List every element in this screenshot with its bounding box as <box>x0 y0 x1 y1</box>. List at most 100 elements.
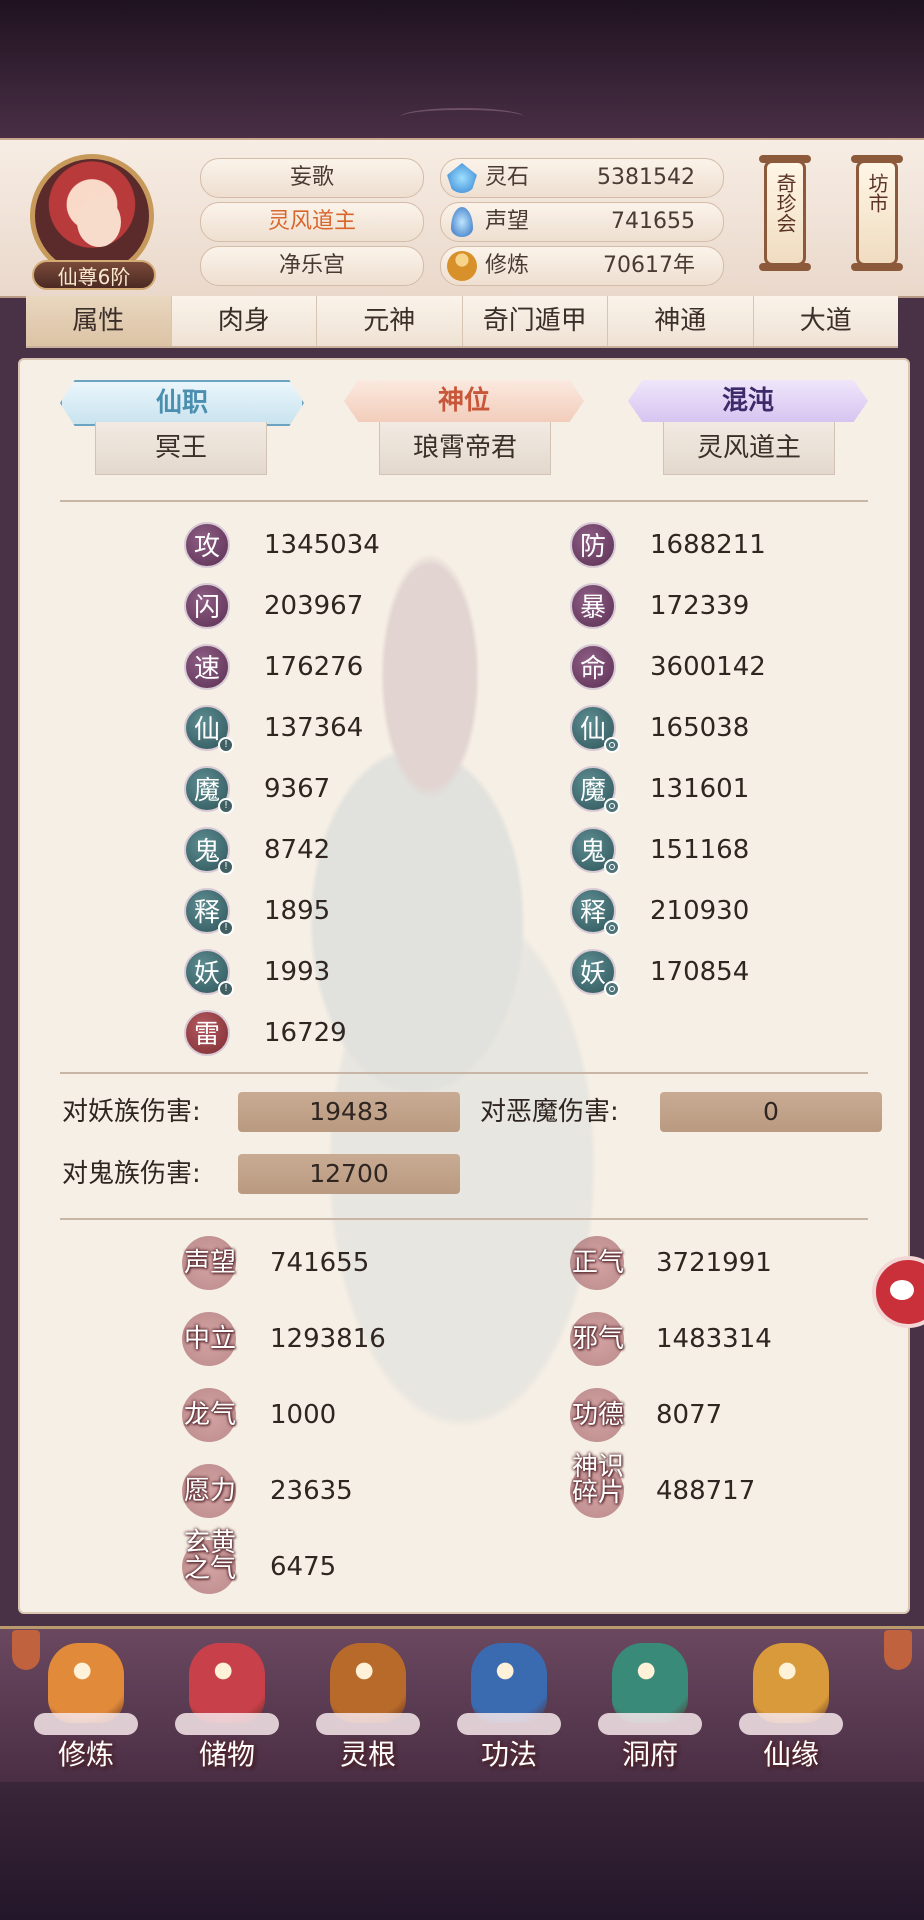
tab-soul[interactable]: 元神 <box>317 296 463 346</box>
treasure-pavilion-button[interactable]: 奇珍会 <box>759 155 811 271</box>
cloud-decoration <box>175 1713 279 1735</box>
technique-book-icon <box>471 1643 547 1723</box>
stat-row: 释 210930 <box>570 888 830 936</box>
stat-row: 魔! 9367 <box>184 766 444 814</box>
stat-row: 妖 170854 <box>570 949 830 997</box>
reputation-label: 功德 <box>571 1400 624 1430</box>
tab-divine-powers[interactable]: 神通 <box>608 296 754 346</box>
info-marker-icon[interactable]: ! <box>218 859 234 875</box>
spirit-stone-icon <box>447 163 477 193</box>
reputation-value: 488717 <box>656 1476 756 1506</box>
nav-label: 修炼 <box>57 1738 114 1771</box>
stat-badge: 雷 <box>184 1010 230 1056</box>
resist-marker-icon[interactable] <box>604 981 620 997</box>
stat-value: 1895 <box>264 896 331 926</box>
stat-row: 雷 16729 <box>184 1010 444 1056</box>
nav-technique-book-button[interactable]: 功法 <box>449 1639 569 1773</box>
reputation-label: 声望 <box>183 1248 236 1278</box>
reputation-value: 3721991 <box>656 1248 772 1278</box>
tab-attributes[interactable]: 属性 <box>26 296 172 346</box>
reputation-label: 龙气 <box>183 1400 236 1430</box>
stat-value: 210930 <box>650 896 750 926</box>
rank-badge: 仙尊6阶 <box>32 260 156 290</box>
info-marker-icon[interactable]: ! <box>218 981 234 997</box>
divider <box>60 500 868 502</box>
resource-value: 70617年 <box>603 253 695 278</box>
meditation-icon <box>447 251 477 281</box>
stat-badge: 速 <box>184 644 230 690</box>
player-header: 仙尊6阶 妄歌 灵风道主 净乐宫 灵石 5381542 声望 741655 修炼… <box>0 138 924 298</box>
player-avatar[interactable]: 仙尊6阶 <box>26 150 162 290</box>
stat-row: 鬼! 8742 <box>184 827 444 875</box>
nav-spirit-root-button[interactable]: 灵根 <box>308 1639 428 1773</box>
nav-gourd-button[interactable]: 仙缘 <box>731 1639 851 1773</box>
resource-label: 灵石 <box>485 165 530 190</box>
cultivate-icon <box>48 1643 124 1723</box>
stat-value: 131601 <box>650 774 750 804</box>
resist-marker-icon[interactable] <box>604 798 620 814</box>
reputation-value: 741655 <box>270 1248 370 1278</box>
position-deity: 神位 琅霄帝君 <box>334 380 594 475</box>
stat-badge: 命 <box>570 644 616 690</box>
resource-value: 5381542 <box>597 165 695 190</box>
resist-marker-icon[interactable] <box>604 920 620 936</box>
resist-marker-icon[interactable] <box>604 859 620 875</box>
nav-cultivate-button[interactable]: 修炼 <box>26 1639 146 1773</box>
stat-value: 151168 <box>650 835 750 865</box>
tab-qimen[interactable]: 奇门遁甲 <box>463 296 608 346</box>
tab-great-dao[interactable]: 大道 <box>754 296 899 346</box>
nav-label: 仙缘 <box>762 1738 819 1771</box>
reputation-label: 玄黄 之气 <box>183 1528 236 1584</box>
stat-value: 203967 <box>264 591 364 621</box>
info-marker-icon[interactable]: ! <box>218 737 234 753</box>
stat-badge: 攻 <box>184 522 230 568</box>
attributes-panel: 仙职 冥王 神位 琅霄帝君 混沌 灵风道主 攻 1345034 闪 203967 速 17… <box>18 358 910 1614</box>
stat-badge: 防 <box>570 522 616 568</box>
deity-banner: 神位 <box>344 380 584 422</box>
resource-prestige: 声望 741655 <box>440 202 724 242</box>
nav-storage-bag-button[interactable]: 储物 <box>167 1639 287 1773</box>
tab-body[interactable]: 肉身 <box>172 296 317 346</box>
chaos-banner: 混沌 <box>628 380 868 422</box>
resource-value: 741655 <box>611 209 695 234</box>
stat-value: 8742 <box>264 835 331 865</box>
stat-value: 165038 <box>650 713 750 743</box>
info-marker-icon[interactable]: ! <box>218 798 234 814</box>
cave-dwelling-icon <box>612 1643 688 1723</box>
resource-label: 声望 <box>485 209 530 234</box>
prestige-icon <box>451 207 473 237</box>
avatar-face <box>77 197 121 247</box>
market-label: 坊市 <box>865 173 889 213</box>
reputation-label: 神识 碎片 <box>571 1452 624 1508</box>
reputation-label: 正气 <box>571 1248 624 1278</box>
nav-cave-dwelling-button[interactable]: 洞府 <box>590 1639 710 1773</box>
position-chaos: 混沌 灵风道主 <box>618 380 878 475</box>
damage-devil-label: 对恶魔伤害: <box>480 1097 619 1127</box>
office-value: 冥王 <box>95 422 267 475</box>
deity-value: 琅霄帝君 <box>379 422 551 475</box>
stat-row: 妖! 1993 <box>184 949 444 997</box>
stat-row: 攻 1345034 <box>184 522 444 568</box>
resource-cultivation: 修炼 70617年 <box>440 246 724 286</box>
stat-row: 防 1688211 <box>570 522 830 568</box>
stat-value: 172339 <box>650 591 750 621</box>
treasure-pavilion-label: 奇珍会 <box>773 173 797 233</box>
cloud-decoration <box>316 1713 420 1735</box>
damage-demon-race-label: 对妖族伤害: <box>62 1097 201 1127</box>
stat-badge: 闪 <box>184 583 230 629</box>
info-marker-icon[interactable]: ! <box>218 920 234 936</box>
resist-marker-icon[interactable] <box>604 737 620 753</box>
stat-badge: 暴 <box>570 583 616 629</box>
footer-band <box>0 1782 924 1920</box>
reputation-value: 6475 <box>270 1552 337 1582</box>
player-title: 灵风道主 <box>200 202 424 242</box>
gourd-icon <box>753 1643 829 1723</box>
attribute-tabs: 属性 肉身 元神 奇门遁甲 神通 大道 <box>26 296 898 348</box>
stat-value: 1993 <box>264 957 331 987</box>
spirit-root-icon <box>330 1643 406 1723</box>
stat-value: 9367 <box>264 774 331 804</box>
tassel-ornament-left <box>12 1630 40 1670</box>
stat-row: 暴 172339 <box>570 583 830 629</box>
market-button[interactable]: 坊市 <box>851 155 903 271</box>
stat-row: 闪 203967 <box>184 583 444 629</box>
